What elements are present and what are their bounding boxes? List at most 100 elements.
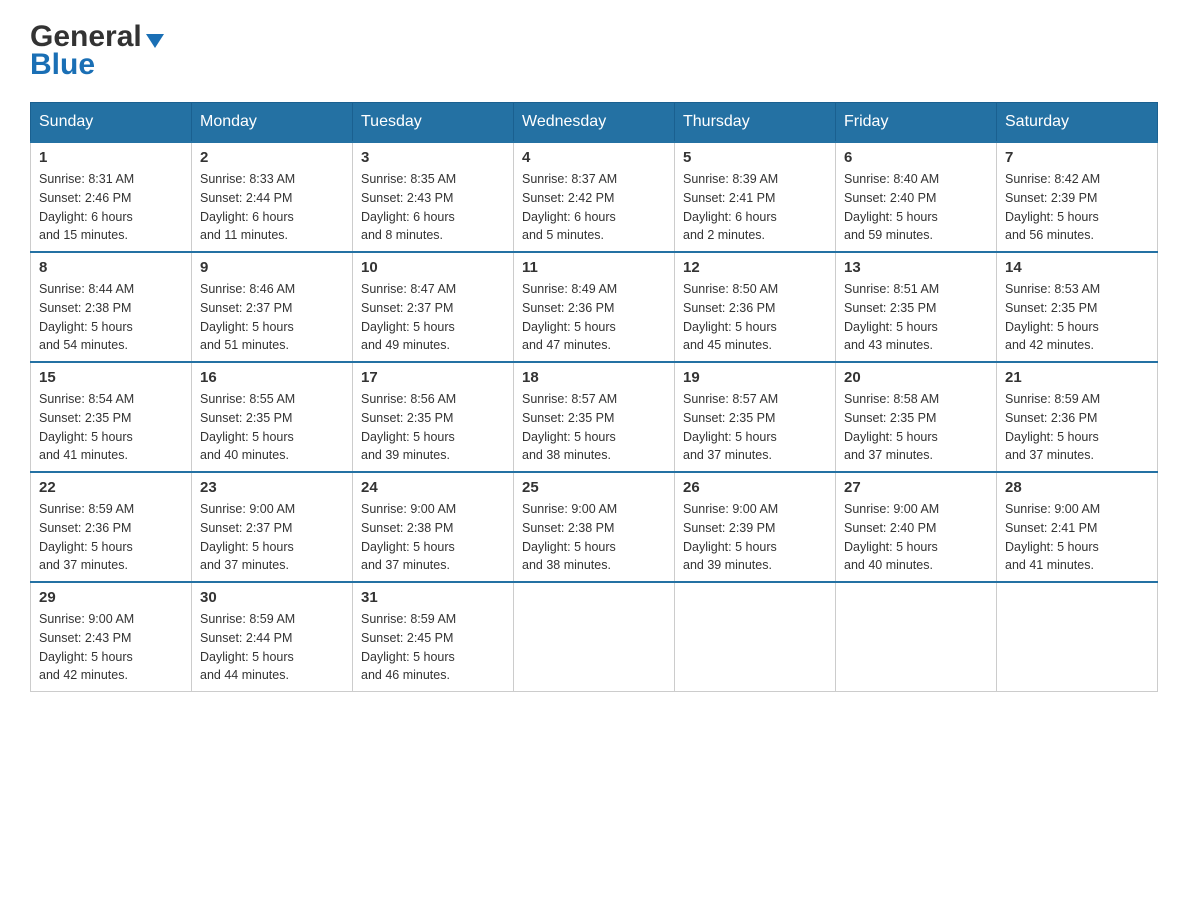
header-saturday: Saturday [997,103,1158,143]
day-info: Sunrise: 8:59 AMSunset: 2:44 PMDaylight:… [200,610,344,685]
week-row-4: 22 Sunrise: 8:59 AMSunset: 2:36 PMDaylig… [31,472,1158,582]
calendar-cell: 13 Sunrise: 8:51 AMSunset: 2:35 PMDaylig… [836,252,997,362]
day-info: Sunrise: 8:33 AMSunset: 2:44 PMDaylight:… [200,170,344,245]
day-info: Sunrise: 8:51 AMSunset: 2:35 PMDaylight:… [844,280,988,355]
logo-blue-label: Blue [30,48,95,82]
day-number: 6 [844,149,988,166]
day-number: 28 [1005,479,1149,496]
day-info: Sunrise: 8:59 AMSunset: 2:36 PMDaylight:… [39,500,183,575]
day-number: 19 [683,369,827,386]
day-number: 8 [39,259,183,276]
day-info: Sunrise: 8:31 AMSunset: 2:46 PMDaylight:… [39,170,183,245]
calendar-cell: 21 Sunrise: 8:59 AMSunset: 2:36 PMDaylig… [997,362,1158,472]
day-info: Sunrise: 9:00 AMSunset: 2:38 PMDaylight:… [361,500,505,575]
day-number: 29 [39,589,183,606]
day-info: Sunrise: 8:47 AMSunset: 2:37 PMDaylight:… [361,280,505,355]
header-sunday: Sunday [31,103,192,143]
day-info: Sunrise: 8:40 AMSunset: 2:40 PMDaylight:… [844,170,988,245]
day-number: 20 [844,369,988,386]
day-number: 1 [39,149,183,166]
calendar-cell: 5 Sunrise: 8:39 AMSunset: 2:41 PMDayligh… [675,142,836,252]
day-info: Sunrise: 8:46 AMSunset: 2:37 PMDaylight:… [200,280,344,355]
calendar-cell: 20 Sunrise: 8:58 AMSunset: 2:35 PMDaylig… [836,362,997,472]
day-info: Sunrise: 8:57 AMSunset: 2:35 PMDaylight:… [522,390,666,465]
calendar-cell: 26 Sunrise: 9:00 AMSunset: 2:39 PMDaylig… [675,472,836,582]
day-number: 23 [200,479,344,496]
day-info: Sunrise: 8:39 AMSunset: 2:41 PMDaylight:… [683,170,827,245]
calendar-cell: 19 Sunrise: 8:57 AMSunset: 2:35 PMDaylig… [675,362,836,472]
week-row-5: 29 Sunrise: 9:00 AMSunset: 2:43 PMDaylig… [31,582,1158,692]
day-number: 18 [522,369,666,386]
calendar-cell [836,582,997,692]
calendar-cell: 31 Sunrise: 8:59 AMSunset: 2:45 PMDaylig… [353,582,514,692]
day-info: Sunrise: 9:00 AMSunset: 2:37 PMDaylight:… [200,500,344,575]
day-number: 12 [683,259,827,276]
calendar-cell [997,582,1158,692]
day-number: 7 [1005,149,1149,166]
header-wednesday: Wednesday [514,103,675,143]
calendar-header-row: SundayMondayTuesdayWednesdayThursdayFrid… [31,103,1158,143]
day-number: 15 [39,369,183,386]
calendar-cell: 6 Sunrise: 8:40 AMSunset: 2:40 PMDayligh… [836,142,997,252]
day-number: 21 [1005,369,1149,386]
calendar-cell: 22 Sunrise: 8:59 AMSunset: 2:36 PMDaylig… [31,472,192,582]
day-number: 11 [522,259,666,276]
calendar-cell: 25 Sunrise: 9:00 AMSunset: 2:38 PMDaylig… [514,472,675,582]
calendar-cell: 17 Sunrise: 8:56 AMSunset: 2:35 PMDaylig… [353,362,514,472]
day-info: Sunrise: 8:49 AMSunset: 2:36 PMDaylight:… [522,280,666,355]
calendar-cell: 28 Sunrise: 9:00 AMSunset: 2:41 PMDaylig… [997,472,1158,582]
calendar-cell: 23 Sunrise: 9:00 AMSunset: 2:37 PMDaylig… [192,472,353,582]
day-number: 13 [844,259,988,276]
day-number: 14 [1005,259,1149,276]
day-number: 5 [683,149,827,166]
calendar-table: SundayMondayTuesdayWednesdayThursdayFrid… [30,102,1158,692]
day-number: 4 [522,149,666,166]
day-info: Sunrise: 9:00 AMSunset: 2:40 PMDaylight:… [844,500,988,575]
day-number: 27 [844,479,988,496]
day-number: 22 [39,479,183,496]
calendar-cell: 4 Sunrise: 8:37 AMSunset: 2:42 PMDayligh… [514,142,675,252]
day-info: Sunrise: 8:50 AMSunset: 2:36 PMDaylight:… [683,280,827,355]
calendar-cell: 1 Sunrise: 8:31 AMSunset: 2:46 PMDayligh… [31,142,192,252]
day-info: Sunrise: 8:57 AMSunset: 2:35 PMDaylight:… [683,390,827,465]
day-info: Sunrise: 8:44 AMSunset: 2:38 PMDaylight:… [39,280,183,355]
logo: General Blue [30,20,164,82]
header-tuesday: Tuesday [353,103,514,143]
logo-arrow-icon [146,34,164,48]
day-info: Sunrise: 8:35 AMSunset: 2:43 PMDaylight:… [361,170,505,245]
page-header: General Blue [30,20,1158,82]
day-number: 16 [200,369,344,386]
calendar-cell: 27 Sunrise: 9:00 AMSunset: 2:40 PMDaylig… [836,472,997,582]
calendar-cell: 24 Sunrise: 9:00 AMSunset: 2:38 PMDaylig… [353,472,514,582]
day-number: 2 [200,149,344,166]
day-info: Sunrise: 8:37 AMSunset: 2:42 PMDaylight:… [522,170,666,245]
calendar-cell: 7 Sunrise: 8:42 AMSunset: 2:39 PMDayligh… [997,142,1158,252]
header-friday: Friday [836,103,997,143]
calendar-cell: 29 Sunrise: 9:00 AMSunset: 2:43 PMDaylig… [31,582,192,692]
day-info: Sunrise: 8:55 AMSunset: 2:35 PMDaylight:… [200,390,344,465]
day-number: 24 [361,479,505,496]
day-number: 17 [361,369,505,386]
week-row-2: 8 Sunrise: 8:44 AMSunset: 2:38 PMDayligh… [31,252,1158,362]
calendar-cell: 2 Sunrise: 8:33 AMSunset: 2:44 PMDayligh… [192,142,353,252]
calendar-cell: 16 Sunrise: 8:55 AMSunset: 2:35 PMDaylig… [192,362,353,472]
calendar-cell [514,582,675,692]
calendar-cell: 11 Sunrise: 8:49 AMSunset: 2:36 PMDaylig… [514,252,675,362]
day-info: Sunrise: 8:59 AMSunset: 2:45 PMDaylight:… [361,610,505,685]
week-row-3: 15 Sunrise: 8:54 AMSunset: 2:35 PMDaylig… [31,362,1158,472]
day-info: Sunrise: 9:00 AMSunset: 2:41 PMDaylight:… [1005,500,1149,575]
calendar-cell: 9 Sunrise: 8:46 AMSunset: 2:37 PMDayligh… [192,252,353,362]
day-number: 31 [361,589,505,606]
header-thursday: Thursday [675,103,836,143]
calendar-cell: 10 Sunrise: 8:47 AMSunset: 2:37 PMDaylig… [353,252,514,362]
calendar-cell [675,582,836,692]
day-info: Sunrise: 8:53 AMSunset: 2:35 PMDaylight:… [1005,280,1149,355]
header-monday: Monday [192,103,353,143]
day-number: 30 [200,589,344,606]
day-number: 10 [361,259,505,276]
day-info: Sunrise: 8:42 AMSunset: 2:39 PMDaylight:… [1005,170,1149,245]
calendar-cell: 15 Sunrise: 8:54 AMSunset: 2:35 PMDaylig… [31,362,192,472]
calendar-cell: 8 Sunrise: 8:44 AMSunset: 2:38 PMDayligh… [31,252,192,362]
calendar-cell: 30 Sunrise: 8:59 AMSunset: 2:44 PMDaylig… [192,582,353,692]
calendar-cell: 14 Sunrise: 8:53 AMSunset: 2:35 PMDaylig… [997,252,1158,362]
